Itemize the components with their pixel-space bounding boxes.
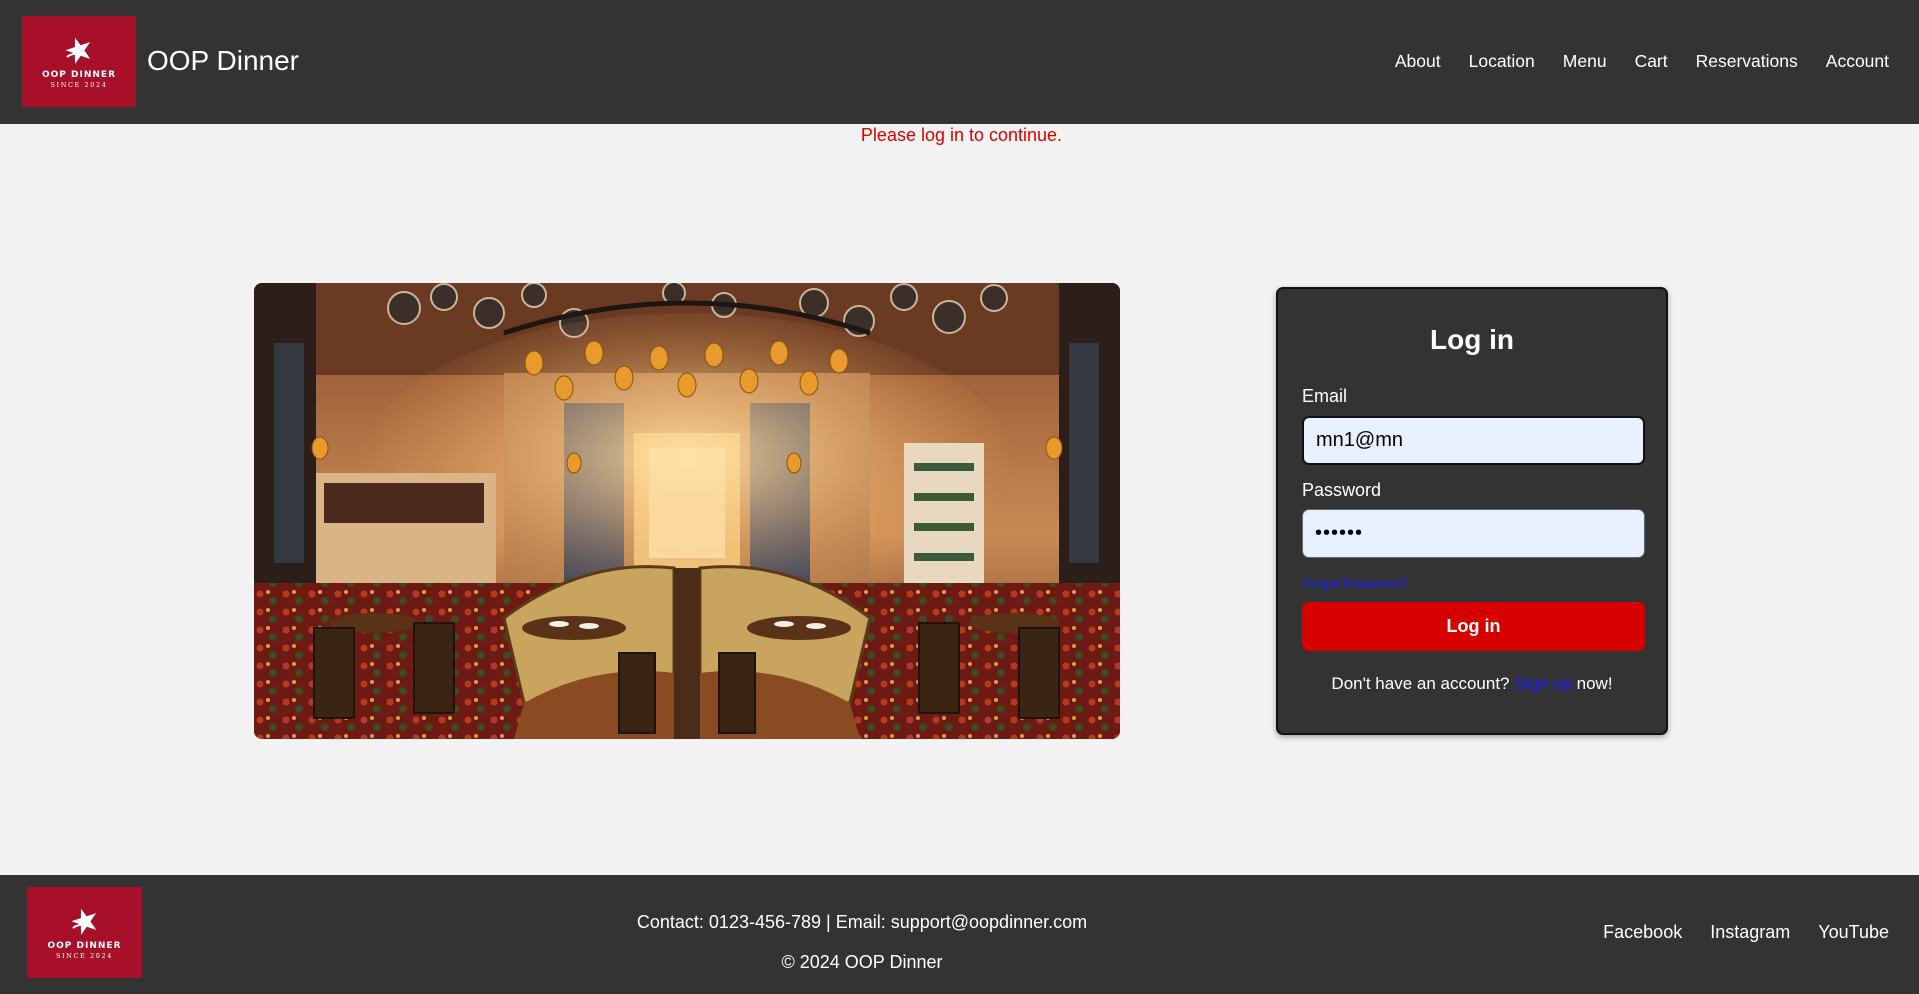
- login-button[interactable]: Log in: [1302, 602, 1645, 651]
- social-youtube[interactable]: YouTube: [1818, 921, 1889, 943]
- password-label: Password: [1302, 480, 1382, 500]
- email-input[interactable]: [1302, 416, 1645, 465]
- social-links: Facebook Instagram YouTube: [1575, 921, 1889, 943]
- password-input[interactable]: [1302, 509, 1645, 558]
- nav-location[interactable]: Location: [1469, 50, 1535, 72]
- nav-reservations[interactable]: Reservations: [1696, 50, 1798, 72]
- restaurant-illustration: [254, 283, 1120, 739]
- email-label: Email: [1302, 386, 1348, 406]
- logo-since: SINCE 2024: [50, 80, 108, 89]
- nav-about[interactable]: About: [1395, 50, 1441, 72]
- login-title: Log in: [1430, 324, 1514, 355]
- forgot-password-link[interactable]: Forgot Password?: [1302, 576, 1408, 592]
- restaurant-interior-image: [254, 283, 1120, 739]
- site-header: OOP DINNER SINCE 2024 OOP Dinner About L…: [0, 0, 1919, 124]
- signup-suffix: now!: [1571, 674, 1613, 693]
- login-card: Log in Email Password Forgot Password? L…: [1276, 287, 1668, 735]
- footer-logo-name: OOP DINNER: [47, 940, 122, 951]
- star-logo-icon: [65, 37, 91, 64]
- signup-prompt: Don't have an account? Sign up now!: [1278, 673, 1666, 694]
- social-instagram[interactable]: Instagram: [1710, 921, 1790, 943]
- page: OOP DINNER SINCE 2024 OOP Dinner About L…: [0, 0, 1919, 994]
- signup-prefix: Don't have an account?: [1331, 674, 1515, 693]
- nav-account[interactable]: Account: [1826, 50, 1889, 72]
- site-title[interactable]: OOP Dinner: [147, 44, 299, 78]
- flash-message: Please log in to continue.: [860, 125, 1063, 145]
- nav-menu[interactable]: Menu: [1563, 50, 1607, 72]
- footer-contact: Contact: 0123-456-789 | Email: support@o…: [636, 912, 1088, 932]
- footer-copyright: © 2024 OOP Dinner: [781, 952, 943, 972]
- site-footer: OOP DINNER SINCE 2024 Contact: 0123-456-…: [0, 875, 1919, 994]
- main-nav: About Location Menu Cart Reservations Ac…: [1367, 50, 1889, 72]
- nav-cart[interactable]: Cart: [1635, 50, 1668, 72]
- logo-name: OOP DINNER: [42, 69, 116, 80]
- main-content: Please log in to continue. Log in Email …: [6, 124, 1917, 875]
- signup-link[interactable]: Sign up: [1514, 674, 1572, 693]
- social-facebook[interactable]: Facebook: [1603, 921, 1682, 943]
- brand-logo[interactable]: OOP DINNER SINCE 2024: [22, 16, 136, 107]
